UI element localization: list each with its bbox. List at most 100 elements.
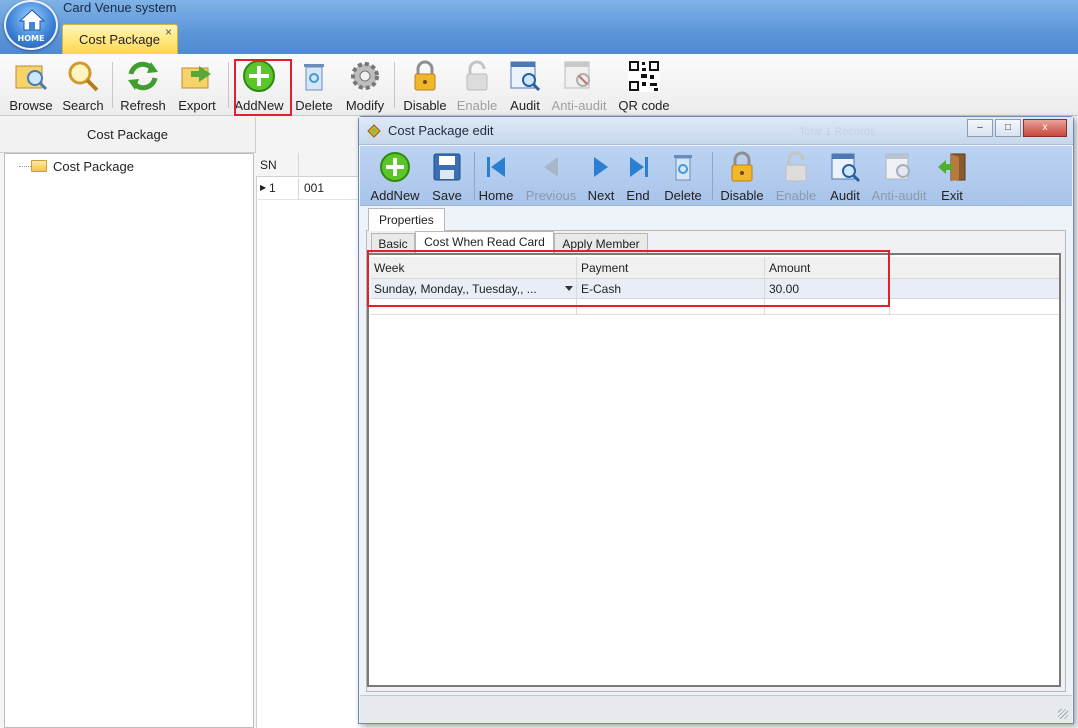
grid-divider [298, 153, 299, 177]
save-button[interactable]: Save [428, 148, 466, 204]
disable-label: Disable [403, 98, 447, 113]
grid-header-sn: SN [260, 158, 277, 172]
search-button[interactable]: Search [60, 56, 106, 113]
delete-label: Delete [295, 98, 333, 113]
modify-label: Modify [345, 98, 385, 113]
unlock-icon [466, 60, 488, 91]
dialog-anti-audit-label: Anti-audit [871, 188, 927, 203]
home-label: HOME [17, 34, 45, 43]
exit-button[interactable]: Exit [934, 148, 970, 204]
tab-properties[interactable]: Properties [368, 208, 445, 231]
dialog-audit-button[interactable]: Audit [826, 148, 864, 204]
maximize-button[interactable]: □ [995, 119, 1021, 137]
anti-audit-label: Anti-audit [551, 98, 607, 113]
qr-code-button[interactable]: QR code [616, 56, 672, 113]
toolbar-separator [228, 62, 229, 108]
tab-cost-package[interactable]: Cost Package × [62, 24, 178, 54]
tab-label: Cost Package [79, 32, 160, 47]
toolbar-separator [394, 62, 395, 108]
search-label: Search [62, 98, 104, 113]
first-record-icon [487, 157, 505, 177]
table-row[interactable]: ▶ 1 001 [256, 178, 360, 200]
search-icon [68, 61, 99, 92]
dialog-anti-audit-button[interactable]: Anti-audit [868, 148, 930, 204]
dialog-title-bar[interactable]: Cost Package edit Total 1 Records – □ x [359, 117, 1073, 145]
faded-record-count: Total 1 Records [799, 126, 876, 138]
left-panel-title: Cost Package [87, 127, 168, 142]
main-toolbar: Browse Search Refresh Export AddNew Dele… [0, 54, 1078, 116]
refresh-button[interactable]: Refresh [118, 56, 168, 113]
browse-icon [15, 65, 48, 91]
anti-audit-button[interactable]: Anti-audit [549, 56, 609, 113]
toolbar-separator [474, 152, 475, 200]
dialog-delete-button[interactable]: Delete [660, 148, 706, 204]
resize-grip-icon[interactable] [1058, 709, 1068, 719]
dialog-enable-button[interactable]: Enable [772, 148, 820, 204]
delete-button[interactable]: Delete [292, 56, 336, 113]
browse-button[interactable]: Browse [6, 56, 56, 113]
next-icon [594, 157, 608, 177]
row-indicator-icon: ▶ [260, 183, 267, 192]
dialog-disable-button[interactable]: Disable [718, 148, 766, 204]
disable-button[interactable]: Disable [400, 56, 450, 113]
next-button[interactable]: Next [584, 148, 618, 204]
previous-button[interactable]: Previous [524, 148, 578, 204]
category-tree: Cost Package [4, 153, 254, 728]
left-panel-header: Cost Package [0, 117, 256, 153]
anti-audit-icon [885, 153, 910, 180]
home-record-button[interactable]: Home [476, 148, 516, 204]
export-label: Export [178, 98, 216, 113]
enable-button[interactable]: Enable [454, 56, 500, 113]
grid-divider [298, 178, 299, 200]
end-button[interactable]: End [622, 148, 654, 204]
anti-audit-icon [564, 61, 590, 89]
dialog-disable-label: Disable [720, 188, 764, 203]
addnew-highlight-box [234, 59, 292, 116]
gear-icon [351, 62, 379, 90]
minimize-button[interactable]: – [967, 119, 993, 137]
close-icon[interactable]: × [165, 25, 172, 39]
dialog-addnew-button[interactable]: AddNew [368, 148, 422, 204]
exit-label: Exit [941, 188, 963, 203]
export-button[interactable]: Export [174, 56, 220, 113]
audit-button[interactable]: Audit [506, 56, 544, 113]
enable-label: Enable [456, 98, 498, 113]
home-button[interactable]: HOME [4, 0, 58, 50]
dialog-toolbar: AddNew Save Home Previous Next End Delet… [360, 146, 1072, 206]
modify-button[interactable]: Modify [342, 56, 388, 113]
row-sn: 1 [269, 181, 276, 195]
row-code: 001 [304, 181, 325, 195]
tab-apply-member-label: Apply Member [562, 237, 640, 251]
dialog-delete-label: Delete [664, 188, 702, 203]
folder-icon [31, 160, 47, 172]
audit-icon [831, 153, 861, 183]
refresh-icon [128, 61, 158, 91]
app-title: Card Venue system [63, 0, 177, 15]
toolbar-separator [112, 62, 113, 108]
cost-row-highlight-box [367, 250, 890, 307]
records-grid [256, 153, 366, 728]
cost-package-edit-dialog: Cost Package edit Total 1 Records – □ x … [358, 116, 1074, 724]
dialog-enable-label: Enable [775, 188, 817, 203]
audit-icon [510, 61, 541, 92]
lock-icon [414, 60, 436, 91]
tab-cost-when-read-card-label: Cost When Read Card [424, 235, 545, 249]
trash-icon [304, 64, 324, 91]
close-button[interactable]: x [1023, 119, 1067, 137]
tree-connector [19, 166, 31, 167]
end-label: End [626, 188, 650, 203]
save-label: Save [432, 188, 462, 203]
previous-icon [544, 157, 558, 177]
dialog-title: Cost Package edit [388, 123, 494, 138]
toolbar-separator [712, 152, 713, 200]
trash-icon [674, 155, 692, 181]
qr-code-label: QR code [618, 98, 670, 113]
audit-label: Audit [510, 98, 540, 113]
dialog-addnew-label: AddNew [370, 188, 420, 203]
home-record-label: Home [478, 188, 514, 203]
lock-icon [731, 151, 753, 182]
export-icon [181, 66, 211, 89]
cost-table: Week Payment Amount Sunday, Monday,, Tue… [367, 253, 1061, 687]
app-diamond-icon [367, 124, 381, 138]
tab-basic-label: Basic [378, 237, 408, 251]
